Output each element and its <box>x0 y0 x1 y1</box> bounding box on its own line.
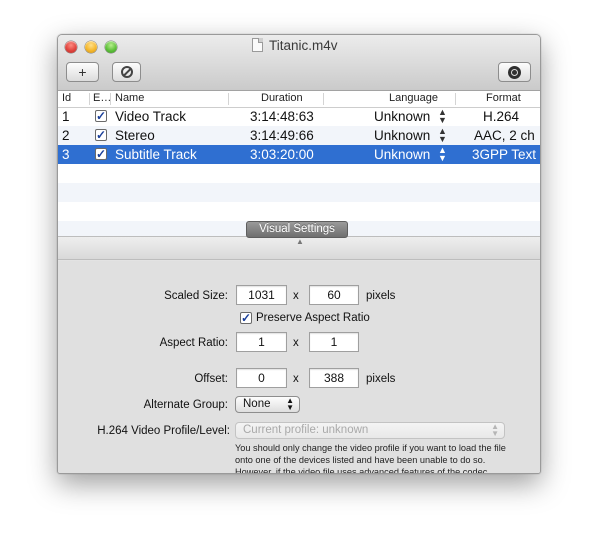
language-stepper-icon[interactable]: ▲ ▼ <box>438 127 447 144</box>
offset-x-field[interactable]: 0 <box>236 368 287 388</box>
table-row[interactable]: 1 ✓ Video Track 3:14:48:63 Unknown ▲ ▼ H.… <box>58 107 540 126</box>
tracks-table: Id E… Name Duration Language Format 1 ✓ … <box>58 91 540 236</box>
pixels-label: pixels <box>366 290 396 302</box>
language-stepper-icon[interactable]: ▲ ▼ <box>438 146 447 163</box>
alternate-group-popup[interactable]: None ▲ ▼ <box>235 396 300 413</box>
table-row-selected[interactable]: 3 ✓ Subtitle Track 3:03:20:00 Unknown ▲ ▼… <box>58 145 540 164</box>
times-label: x <box>293 337 299 349</box>
plus-icon: + <box>78 64 87 80</box>
empty-row-stripe <box>58 183 540 202</box>
scaled-size-label: Scaled Size: <box>164 290 228 302</box>
disable-icon <box>120 66 133 78</box>
track-name: Stereo <box>115 128 155 143</box>
column-separator <box>323 93 324 105</box>
video-profile-popup[interactable]: Current profile: unknown ▲ ▼ <box>235 422 505 439</box>
track-enabled-checkbox[interactable]: ✓ <box>95 129 107 141</box>
times-label: x <box>293 373 299 385</box>
column-header-name[interactable]: Name <box>115 92 144 104</box>
disable-track-button[interactable] <box>112 62 141 82</box>
close-window-button[interactable] <box>65 41 77 53</box>
times-label: x <box>293 290 299 302</box>
add-track-button[interactable]: + <box>66 62 99 82</box>
window-title: Titanic.m4v <box>269 38 338 53</box>
alternate-group-value: None <box>243 398 271 410</box>
alternate-group-label: Alternate Group: <box>143 399 228 411</box>
track-format: AAC, 2 ch <box>474 128 535 143</box>
table-row[interactable]: 2 ✓ Stereo 3:14:49:66 Unknown ▲ ▼ AAC, 2 … <box>58 126 540 145</box>
track-name: Video Track <box>115 109 187 124</box>
aspect-height-field[interactable]: 1 <box>309 332 359 352</box>
divider-handle-icon[interactable]: ▲ <box>296 237 304 246</box>
track-id: 3 <box>62 147 70 162</box>
video-profile-label: H.264 Video Profile/Level: <box>97 425 230 437</box>
document-window: Titanic.m4v + Id E… Name Duration Langua… <box>57 34 541 474</box>
column-separator <box>110 93 111 105</box>
track-duration: 3:14:49:66 <box>250 128 314 143</box>
inspector-icon <box>508 65 521 79</box>
track-duration: 3:03:20:00 <box>250 147 314 162</box>
video-profile-value: Current profile: unknown <box>243 424 369 436</box>
preserve-aspect-label[interactable]: Preserve Aspect Ratio <box>256 312 370 324</box>
popup-arrows-icon: ▲ ▼ <box>491 422 499 438</box>
column-header-format[interactable]: Format <box>486 92 521 104</box>
track-format: 3GPP Text <box>472 147 537 162</box>
column-header-id[interactable]: Id <box>62 92 71 104</box>
aspect-ratio-label: Aspect Ratio: <box>159 337 228 349</box>
track-id: 1 <box>62 109 70 124</box>
column-header-duration[interactable]: Duration <box>261 92 303 104</box>
offset-y-field[interactable]: 388 <box>309 368 359 388</box>
table-header: Id E… Name Duration Language Format <box>58 91 540 108</box>
column-header-language[interactable]: Language <box>389 92 438 104</box>
document-icon <box>252 38 263 52</box>
inspector-button[interactable] <box>498 62 531 82</box>
column-separator <box>228 93 229 105</box>
title-bar: Titanic.m4v + <box>58 35 540 91</box>
scaled-width-field[interactable]: 1031 <box>236 285 287 305</box>
preserve-aspect-checkbox[interactable]: ✓ <box>240 312 252 324</box>
column-separator <box>455 93 456 105</box>
split-view-divider[interactable]: ▲ <box>58 236 540 260</box>
popup-arrows-icon: ▲ ▼ <box>286 396 294 412</box>
track-enabled-checkbox[interactable]: ✓ <box>95 110 107 122</box>
scaled-height-field[interactable]: 60 <box>309 285 359 305</box>
track-duration: 3:14:48:63 <box>250 109 314 124</box>
visual-settings-button[interactable]: Visual Settings <box>246 221 348 238</box>
minimize-window-button[interactable] <box>85 41 97 53</box>
offset-label: Offset: <box>194 373 228 385</box>
track-name: Subtitle Track <box>115 147 197 162</box>
column-header-enabled[interactable]: E… <box>93 92 111 104</box>
language-stepper-icon[interactable]: ▲ ▼ <box>438 108 447 125</box>
track-language[interactable]: Unknown <box>374 128 430 143</box>
visual-settings-panel: Scaled Size: 1031 x 60 pixels ✓ Preserve… <box>58 261 540 473</box>
pixels-label: pixels <box>366 373 396 385</box>
track-language[interactable]: Unknown <box>374 147 430 162</box>
track-enabled-checkbox[interactable]: ✓ <box>95 148 107 160</box>
zoom-window-button[interactable] <box>105 41 117 53</box>
column-separator <box>89 93 90 105</box>
track-format: H.264 <box>483 109 520 124</box>
track-id: 2 <box>62 128 70 143</box>
video-profile-help-text: You should only change the video profile… <box>235 443 506 474</box>
track-language[interactable]: Unknown <box>374 109 430 124</box>
aspect-width-field[interactable]: 1 <box>236 332 287 352</box>
